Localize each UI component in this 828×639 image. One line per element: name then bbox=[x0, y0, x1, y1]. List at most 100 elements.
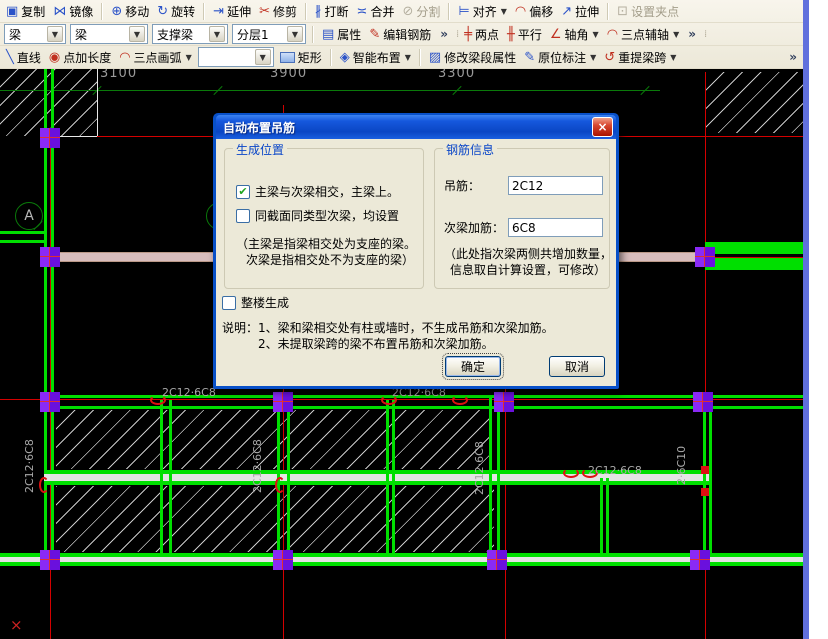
chevron-down-icon: ▼ bbox=[404, 52, 411, 62]
beam[interactable] bbox=[489, 398, 500, 553]
parallel-axis-button[interactable]: ╫ 平行 bbox=[503, 25, 546, 44]
close-icon[interactable]: × bbox=[592, 117, 613, 137]
two-point-axis-button[interactable]: ╪ 两点 bbox=[460, 25, 503, 44]
move-button[interactable]: ⊕ 移动 bbox=[107, 2, 153, 21]
copy-button[interactable]: ▣ 复制 bbox=[2, 2, 49, 21]
beam[interactable] bbox=[386, 400, 395, 553]
chevron-down-icon: ▼ bbox=[185, 52, 192, 62]
beam-rebar-label: 2C12·6C8 bbox=[251, 439, 264, 493]
offset-button[interactable]: ◠ 偏移 bbox=[511, 2, 557, 21]
smart-layout-button[interactable]: ◈ 智能布置 ▼ bbox=[336, 48, 415, 67]
toolbar-separator bbox=[418, 48, 421, 66]
chevron-down-icon[interactable]: ▼ bbox=[47, 26, 63, 42]
cancel-button[interactable]: 取消 bbox=[549, 356, 605, 377]
rectangle-tool-button[interactable]: 矩形 bbox=[276, 48, 326, 67]
checkbox-unchecked[interactable] bbox=[236, 208, 250, 223]
node-handle[interactable] bbox=[273, 550, 293, 570]
element-name-combo[interactable]: 梁 ▼ bbox=[70, 24, 148, 44]
wide-beam[interactable] bbox=[705, 242, 803, 254]
extend-button[interactable]: ⇥ 延伸 bbox=[209, 2, 255, 21]
group-legend: 生成位置 bbox=[233, 141, 288, 158]
checkbox-unchecked[interactable] bbox=[222, 295, 236, 310]
node-handle[interactable] bbox=[695, 247, 715, 267]
support-beam-combo[interactable]: 支撑梁 ▼ bbox=[152, 24, 228, 44]
chevron-down-icon: ▼ bbox=[500, 6, 507, 16]
toolbar-separator bbox=[607, 2, 610, 20]
in-situ-annotation-icon: ✎ bbox=[524, 49, 536, 65]
merge-button[interactable]: ≍ 合并 bbox=[353, 2, 399, 21]
properties-button[interactable]: ▤ 属性 bbox=[318, 25, 365, 44]
mirror-button[interactable]: ⋈ 镜像 bbox=[49, 2, 97, 21]
re-extract-beam-span-button[interactable]: ↺ 重提梁跨 ▼ bbox=[600, 48, 680, 67]
chevron-down-icon: ▼ bbox=[590, 52, 597, 62]
node-handle[interactable] bbox=[40, 247, 60, 267]
toolbar-row-element: 梁 ▼ 梁 ▼ 支撑梁 ▼ 分层1 ▼ ▤ 属性 ✎ 编辑钢筋 » ⁞ ╪ 两点 ╫ 平行 ∠ 轴… bbox=[0, 23, 804, 46]
node-handle[interactable] bbox=[40, 392, 60, 412]
three-point-arc-button[interactable]: ◠ 三点画弧 ▼ bbox=[115, 48, 196, 67]
modify-beam-segment-button[interactable]: ▨ 修改梁段属性 bbox=[425, 48, 520, 67]
toolbar-separator bbox=[448, 2, 451, 20]
slab-hatch bbox=[705, 72, 803, 133]
element-type-combo[interactable]: 梁 ▼ bbox=[4, 24, 66, 44]
whole-building-checkbox-row[interactable]: 整楼生成 bbox=[222, 294, 289, 311]
trim-button[interactable]: ✂ 修剪 bbox=[255, 2, 301, 21]
split-button: ⊘ 分割 bbox=[402, 3, 441, 19]
chevron-down-icon[interactable]: ▼ bbox=[129, 26, 145, 42]
align-button[interactable]: ⊨ 对齐 ▼ bbox=[454, 2, 511, 21]
wide-beam[interactable] bbox=[705, 258, 803, 270]
same-section-checkbox-row[interactable]: 同截面同类型次梁，均设置 bbox=[236, 207, 399, 224]
chevron-down-icon[interactable]: ▼ bbox=[287, 26, 303, 42]
slab-hatch bbox=[56, 486, 494, 552]
point-plus-length-button[interactable]: ◉ 点加长度 bbox=[45, 48, 115, 67]
move-icon: ⊕ bbox=[111, 3, 123, 19]
main-beam-checkbox-row[interactable]: ✔ 主梁与次梁相交，主梁上。 bbox=[236, 183, 399, 200]
node-handle[interactable] bbox=[494, 392, 514, 412]
ok-button[interactable]: 确定 bbox=[442, 353, 504, 380]
node-handle[interactable] bbox=[487, 550, 507, 570]
beam[interactable] bbox=[600, 478, 609, 553]
toolbar-separator bbox=[305, 2, 308, 20]
toolbar-separator bbox=[203, 2, 206, 20]
beam[interactable] bbox=[0, 231, 44, 243]
axis-angle-button[interactable]: ∠ 轴角 ▼ bbox=[546, 25, 603, 44]
toolbar-overflow-chevron[interactable]: » bbox=[688, 27, 696, 41]
extend-icon: ⇥ bbox=[213, 3, 225, 19]
stretch-icon: ↗ bbox=[561, 3, 573, 19]
line-tool-button[interactable]: ╲ 直线 bbox=[2, 48, 45, 67]
group-note: （此处指次梁两侧共增加数量， bbox=[444, 247, 613, 261]
edit-rebar-icon: ✎ bbox=[369, 26, 381, 42]
toolbar-overflow-chevron[interactable]: » bbox=[440, 27, 448, 41]
hanging-rebar-row: 吊筋： bbox=[444, 176, 603, 195]
edit-rebar-button[interactable]: ✎ 编辑钢筋 bbox=[365, 25, 435, 44]
layer-combo[interactable]: 分层1 ▼ bbox=[232, 24, 306, 44]
arc-value-combo[interactable]: ▼ bbox=[197, 47, 274, 67]
checkbox-checked[interactable]: ✔ bbox=[236, 184, 250, 199]
arc-icon: ◠ bbox=[119, 49, 131, 65]
hanging-rebar-input[interactable] bbox=[508, 176, 603, 195]
axis-angle-icon: ∠ bbox=[549, 26, 562, 42]
node-handle[interactable] bbox=[690, 550, 710, 570]
beam[interactable] bbox=[0, 553, 803, 566]
slab-hatch bbox=[56, 410, 492, 469]
field-label: 吊筋： bbox=[444, 179, 481, 193]
node-handle[interactable] bbox=[40, 128, 60, 148]
rebar-point-marker bbox=[701, 488, 709, 496]
chevron-down-icon[interactable]: ▼ bbox=[254, 49, 271, 65]
node-handle[interactable] bbox=[273, 392, 293, 412]
in-situ-annotation-button[interactable]: ✎ 原位标注 ▼ bbox=[520, 48, 600, 67]
chevron-down-icon: ▼ bbox=[673, 29, 680, 39]
stretch-button[interactable]: ↗ 拉伸 bbox=[557, 2, 603, 21]
node-handle[interactable] bbox=[693, 392, 713, 412]
three-point-aux-axis-button[interactable]: ◠ 三点辅轴 ▼ bbox=[603, 25, 684, 44]
secondary-rebar-input[interactable] bbox=[508, 218, 603, 237]
toolbar-row-draw: ╲ 直线 ◉ 点加长度 ◠ 三点画弧 ▼ ▼ 矩形 ◈ 智能布置 ▼ ▨ 修改梁段属性 ✎ 原位… bbox=[0, 46, 804, 69]
break-button[interactable]: ∦ 打断 bbox=[311, 2, 353, 21]
toolbar-separator bbox=[329, 48, 332, 66]
toolbar-row-edit: ▣ 复制 ⋈ 镜像 ⊕ 移动 ↻ 旋转 ⇥ 延伸 ✂ 修剪 ∦ 打断 ≍ 合并 ⊘ 分割 ⊨ 对齐 ▼… bbox=[0, 0, 804, 23]
toolbar-overflow-chevron[interactable]: » bbox=[789, 50, 797, 64]
chevron-down-icon[interactable]: ▼ bbox=[209, 26, 225, 42]
beam[interactable] bbox=[160, 400, 172, 553]
dialog-titlebar[interactable]: 自动布置吊筋 × bbox=[216, 115, 616, 139]
rotate-button[interactable]: ↻ 旋转 bbox=[153, 2, 199, 21]
node-handle[interactable] bbox=[40, 550, 60, 570]
